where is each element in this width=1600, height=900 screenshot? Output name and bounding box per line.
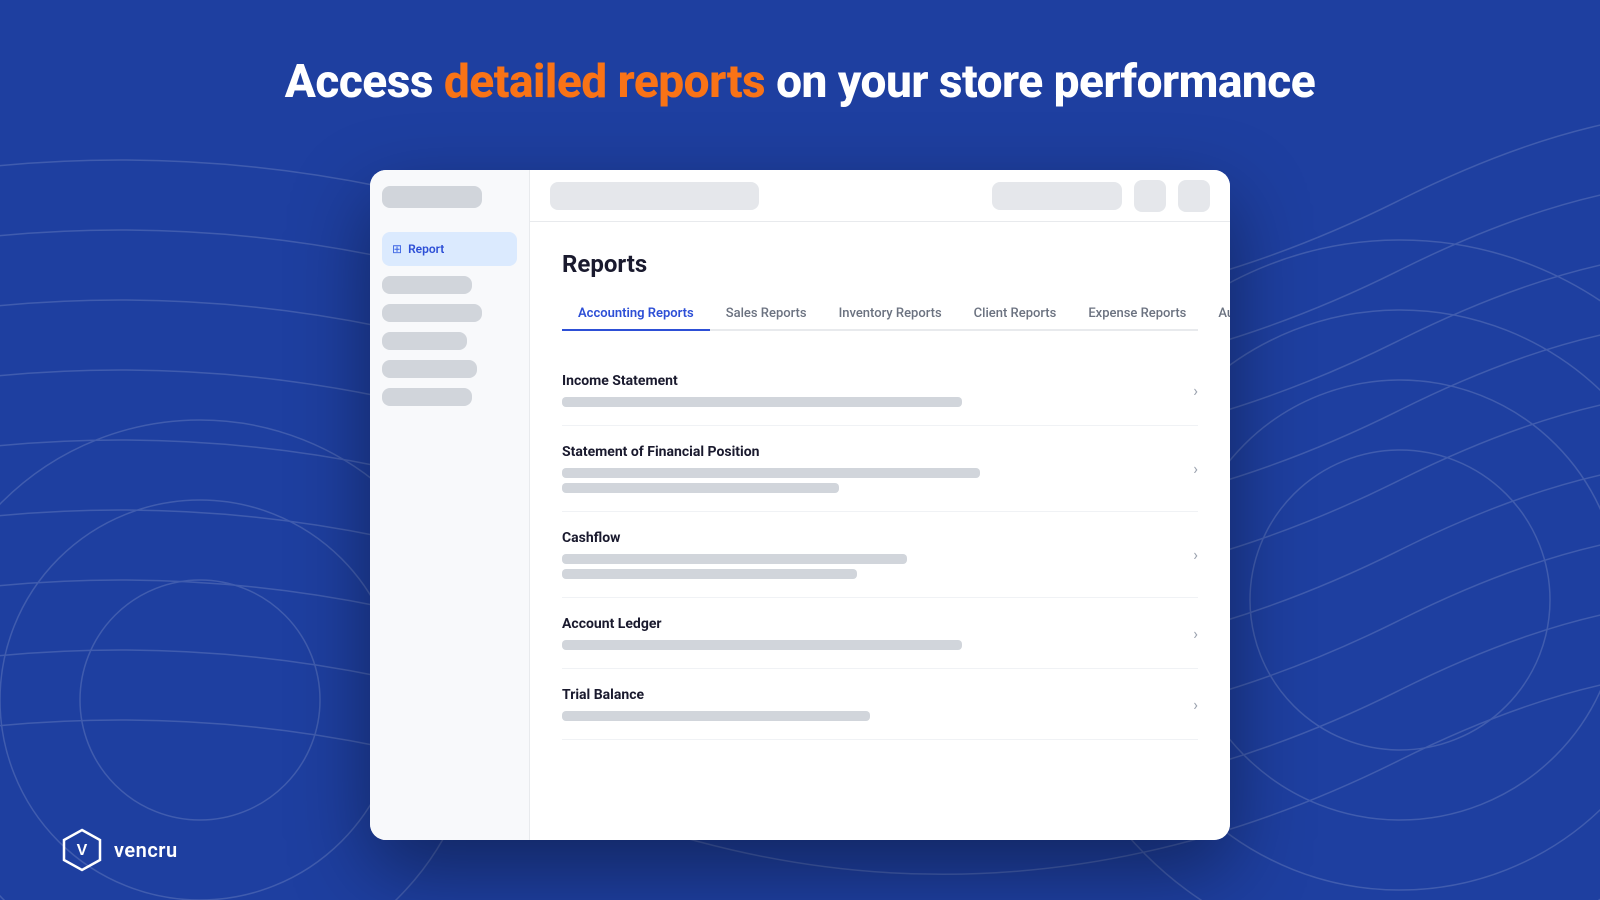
report-title-trial-balance: Trial Balance bbox=[562, 687, 1177, 703]
chevron-right-icon: › bbox=[1193, 624, 1198, 643]
hero-title-before: Access bbox=[285, 55, 444, 109]
chevron-right-icon: › bbox=[1193, 695, 1198, 714]
report-item-account-ledger[interactable]: Account Ledger › bbox=[562, 598, 1198, 669]
tab-accounting-reports[interactable]: Accounting Reports bbox=[562, 298, 710, 331]
sidebar-logo bbox=[382, 186, 482, 208]
hero-title-highlight: detailed reports bbox=[444, 55, 765, 109]
tab-client-reports[interactable]: Client Reports bbox=[958, 298, 1073, 331]
report-item-cashflow[interactable]: Cashflow › bbox=[562, 512, 1198, 598]
report-list: Income Statement › Statement of Financia… bbox=[562, 355, 1198, 740]
report-item-financial-position[interactable]: Statement of Financial Position › bbox=[562, 426, 1198, 512]
app-window: ⊞ Report Reports Accounting Reports Sale… bbox=[370, 170, 1230, 840]
brand-hex-icon: V bbox=[60, 828, 104, 872]
chevron-right-icon: › bbox=[1193, 459, 1198, 478]
report-item-income-statement[interactable]: Income Statement › bbox=[562, 355, 1198, 426]
sidebar-item-3[interactable] bbox=[382, 332, 467, 350]
sidebar-item-label: Report bbox=[408, 242, 444, 256]
search-input[interactable] bbox=[550, 182, 759, 210]
sidebar-item-5[interactable] bbox=[382, 388, 472, 406]
desc-line bbox=[562, 397, 962, 407]
tab-sales-reports[interactable]: Sales Reports bbox=[710, 298, 823, 331]
hero-title: Access detailed reports on your store pe… bbox=[0, 55, 1600, 109]
sidebar-item-report[interactable]: ⊞ Report bbox=[382, 232, 517, 266]
brand-logo: V vencru bbox=[60, 828, 178, 872]
tab-expense-reports[interactable]: Expense Reports bbox=[1072, 298, 1202, 331]
report-title-account-ledger: Account Ledger bbox=[562, 616, 1177, 632]
sidebar-item-4[interactable] bbox=[382, 360, 477, 378]
sidebar-item-1[interactable] bbox=[382, 276, 472, 294]
hero-title-after: on your store performance bbox=[765, 55, 1315, 109]
desc-line bbox=[562, 640, 962, 650]
topbar-button-1[interactable] bbox=[992, 182, 1122, 210]
content-area: Reports Accounting Reports Sales Reports… bbox=[530, 222, 1230, 840]
chevron-right-icon: › bbox=[1193, 381, 1198, 400]
tabs-container: Accounting Reports Sales Reports Invento… bbox=[562, 298, 1198, 331]
desc-line bbox=[562, 569, 857, 579]
report-title-financial-position: Statement of Financial Position bbox=[562, 444, 1177, 460]
page-title: Reports bbox=[562, 250, 1198, 278]
report-title-income-statement: Income Statement bbox=[562, 373, 1177, 389]
chevron-right-icon: › bbox=[1193, 545, 1198, 564]
desc-line bbox=[562, 554, 907, 564]
desc-line bbox=[562, 483, 839, 493]
desc-line bbox=[562, 711, 870, 721]
brand-name: vencru bbox=[114, 838, 178, 862]
tab-inventory-reports[interactable]: Inventory Reports bbox=[823, 298, 958, 331]
desc-line bbox=[562, 468, 980, 478]
topbar-button-2[interactable] bbox=[1134, 180, 1166, 212]
sidebar-item-2[interactable] bbox=[382, 304, 482, 322]
tab-audit-trial[interactable]: Audit Trial bbox=[1202, 298, 1230, 331]
topbar-button-3[interactable] bbox=[1178, 180, 1210, 212]
sidebar: ⊞ Report bbox=[370, 170, 530, 840]
svg-text:V: V bbox=[77, 842, 88, 859]
main-content: Reports Accounting Reports Sales Reports… bbox=[530, 170, 1230, 840]
top-bar bbox=[530, 170, 1230, 222]
report-title-cashflow: Cashflow bbox=[562, 530, 1177, 546]
report-icon: ⊞ bbox=[392, 242, 402, 256]
report-item-trial-balance[interactable]: Trial Balance › bbox=[562, 669, 1198, 740]
